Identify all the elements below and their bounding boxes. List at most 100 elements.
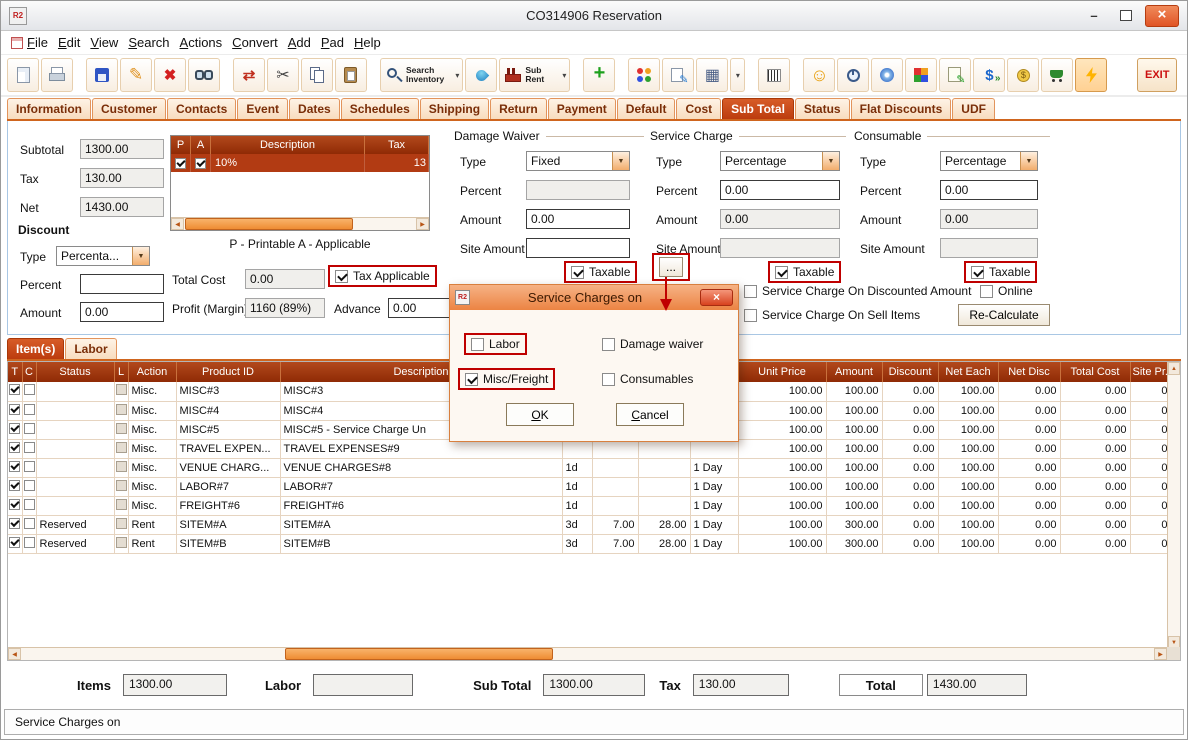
column-header[interactable]: Amount [826,362,882,382]
dropdown-caret-icon[interactable]: ▾ [455,71,459,80]
menu-add[interactable]: Add [286,33,319,52]
menu-file[interactable]: File [9,33,56,52]
checkbox-icon[interactable] [602,338,615,351]
sc-on-discounted-checkbox[interactable] [744,285,757,298]
scroll-left-icon[interactable] [171,218,184,230]
l-checkbox[interactable] [116,423,127,434]
checkbox-icon[interactable] [602,373,615,386]
scroll-thumb[interactable] [185,218,353,230]
dw-amount-field[interactable]: 0.00 [526,209,630,229]
rubik-cube-button[interactable] [905,58,937,92]
l-checkbox[interactable] [116,442,127,453]
cs-type-dropdown[interactable]: Percentage [940,151,1038,171]
dialog-checkbox-misc-freight[interactable]: Misc/Freight [458,368,555,390]
applicable-checkbox[interactable] [195,158,206,169]
sc-on-sell-checkbox[interactable] [744,309,757,322]
tab-udf[interactable]: UDF [952,98,995,119]
tax-grid-hscrollbar[interactable] [171,217,429,230]
dialog-checkbox-damage-waiver[interactable]: Damage waiver [602,337,703,351]
tab-flat-discounts[interactable]: Flat Discounts [851,98,952,119]
dw-taxable-checkbox[interactable] [571,266,584,279]
online-option[interactable]: Online [980,284,1033,298]
add-item-button[interactable] [583,58,615,92]
column-header[interactable]: Net Each [938,362,998,382]
c-checkbox[interactable] [24,499,35,510]
c-checkbox[interactable] [24,537,35,548]
tab-information[interactable]: Information [7,98,91,119]
print-button[interactable] [41,58,73,92]
more-options-button[interactable]: ▾ [730,58,745,92]
c-checkbox[interactable] [24,423,35,434]
sc-on-sell-option[interactable]: Service Charge On Sell Items [744,308,920,322]
scroll-right-icon[interactable] [416,218,429,230]
sc-on-discounted-option[interactable]: Service Charge On Discounted Amount [744,284,971,298]
tab-status[interactable]: Status [795,98,850,119]
find-binoculars-button[interactable] [188,58,220,92]
paste-button[interactable] [335,58,367,92]
l-checkbox[interactable] [116,499,127,510]
l-checkbox[interactable] [116,384,127,395]
l-checkbox[interactable] [116,404,127,415]
edit-note-button[interactable] [662,58,694,92]
column-header[interactable]: Product ID [176,362,280,382]
cs-percent-field[interactable]: 0.00 [940,180,1038,200]
t-checkbox[interactable] [9,499,20,510]
table-row[interactable]: Misc.FREIGHT#6FREIGHT#61d1 Day100.00100.… [8,496,1171,515]
menu-edit[interactable]: Edit [56,33,88,52]
tax-grid-selected-row[interactable]: 10% 13 [171,154,429,172]
tax-grid-col-tax[interactable]: Tax [365,136,429,154]
dw-type-dropdown[interactable]: Fixed [526,151,630,171]
tab-default[interactable]: Default [617,98,676,119]
scroll-right-icon[interactable] [1154,648,1167,660]
tab-schedules[interactable]: Schedules [341,98,419,119]
chevron-down-icon[interactable] [132,247,149,265]
column-header[interactable]: T [8,362,22,382]
t-checkbox[interactable] [9,423,20,434]
column-header[interactable]: Status [36,362,114,382]
column-header[interactable]: Discount [882,362,938,382]
discount-amount-field[interactable]: 0.00 [80,302,164,322]
online-checkbox[interactable] [980,285,993,298]
save-button[interactable] [86,58,118,92]
c-checkbox[interactable] [24,404,35,415]
t-checkbox[interactable] [9,518,20,529]
tab-sub-total[interactable]: Sub Total [722,98,794,119]
new-document-button[interactable] [7,58,39,92]
sc-taxable-checkbox[interactable] [775,266,788,279]
vertical-scrollbar[interactable] [1167,362,1180,649]
checkbox-icon[interactable] [471,338,484,351]
scroll-up-icon[interactable] [1168,362,1180,375]
menu-help[interactable]: Help [352,33,389,52]
chevron-down-icon[interactable] [612,152,629,170]
t-checkbox[interactable] [9,537,20,548]
sub-rent-button[interactable]: Sub Rent▾ [499,58,570,92]
tax-grid-col-p[interactable]: P [171,136,191,154]
cut-button[interactable] [267,58,299,92]
t-checkbox[interactable] [9,442,20,453]
recalculate-button[interactable]: Re-Calculate [958,304,1050,326]
lightning-button[interactable] [1075,58,1107,92]
menu-actions[interactable]: Actions [178,33,231,52]
discount-percent-field[interactable] [80,274,164,294]
notepad-edit-button[interactable] [939,58,971,92]
tax-grid-scroll-track[interactable] [184,218,416,230]
l-checkbox[interactable] [116,537,127,548]
exit-button[interactable]: EXIT [1137,58,1177,92]
sc-percent-field[interactable]: 0.00 [720,180,840,200]
tab-payment[interactable]: Payment [548,98,616,119]
tab-shipping[interactable]: Shipping [420,98,489,119]
tab-dates[interactable]: Dates [289,98,340,119]
table-row[interactable]: ReservedRentSITEM#ASITEM#A3d7.0028.001 D… [8,515,1171,534]
smiley-button[interactable] [803,58,835,92]
tab-cost[interactable]: Cost [676,98,721,119]
cs-taxable-checkbox[interactable] [971,266,984,279]
l-checkbox[interactable] [116,461,127,472]
c-checkbox[interactable] [24,518,35,529]
printable-checkbox[interactable] [175,158,186,169]
horizontal-scrollbar[interactable] [8,647,1167,660]
t-checkbox[interactable] [9,404,20,415]
dialog-checkbox-consumables[interactable]: Consumables [602,372,693,386]
dollar-transfer-button[interactable] [973,58,1005,92]
dropdown-caret-icon[interactable]: ▾ [562,71,566,80]
column-header[interactable]: Total Cost [1060,362,1130,382]
